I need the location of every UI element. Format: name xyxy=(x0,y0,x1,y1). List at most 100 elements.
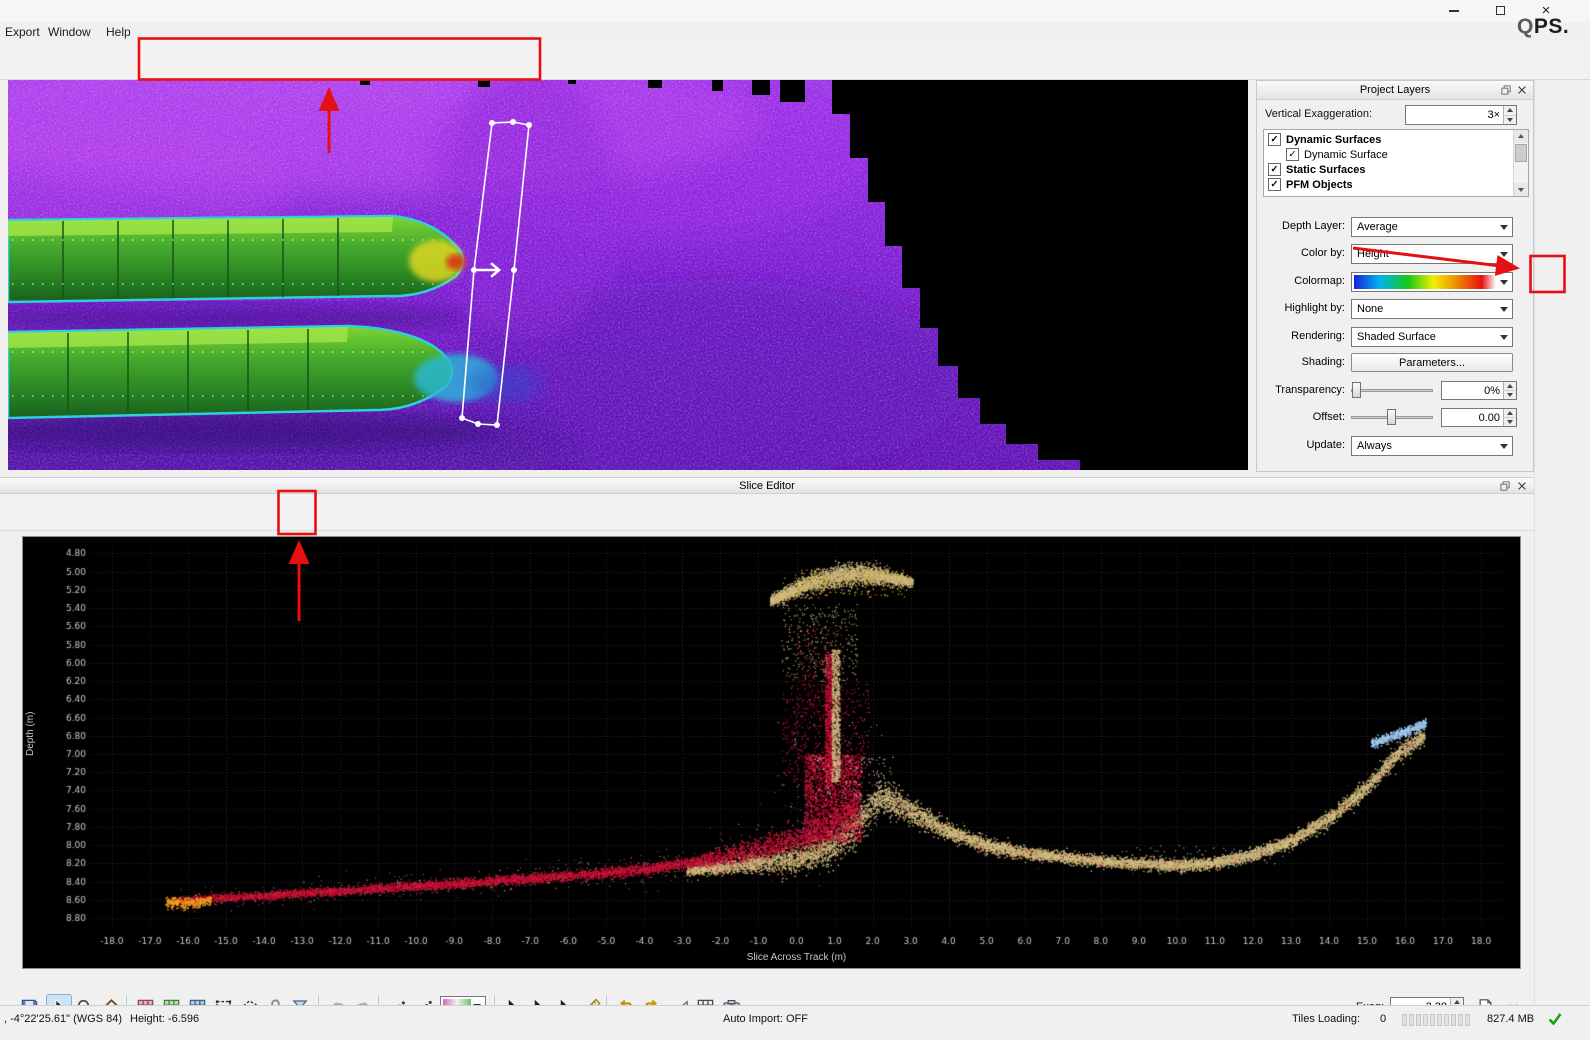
update-value: Always xyxy=(1357,440,1392,452)
vertical-exaggeration-label: Vertical Exaggeration: xyxy=(1265,108,1372,120)
x-axis-title: Slice Across Track (m) xyxy=(91,952,1502,963)
tree-item-dynamic-surfaces[interactable]: ✓ Dynamic Surfaces xyxy=(1268,132,1381,147)
chevron-down-icon xyxy=(1500,225,1508,230)
tree-label: PFM Objects xyxy=(1286,179,1353,191)
vertical-exaggeration-spinbox[interactable]: 3× xyxy=(1405,105,1517,125)
slice-editor-header: Slice Editor xyxy=(0,477,1534,494)
restore-icon xyxy=(1496,6,1505,15)
transparency-spinbox[interactable]: 0% xyxy=(1441,381,1517,400)
scene-3d-view[interactable] xyxy=(8,80,1248,470)
layers-tree: ✓ Dynamic Surfaces ✓ Dynamic Surface ✓ Stat… xyxy=(1263,129,1529,197)
offset-slider[interactable] xyxy=(1351,408,1433,426)
restore-button[interactable] xyxy=(1478,0,1522,21)
color-by-combo[interactable]: Height xyxy=(1351,244,1513,264)
chevron-down-icon xyxy=(1500,335,1508,340)
shading-parameters-label: Parameters... xyxy=(1399,357,1465,369)
spin-down-icon[interactable] xyxy=(1503,390,1516,399)
status-bar: , -4°22'25.61" (WGS 84) Height: -6.596 A… xyxy=(0,1005,1590,1040)
project-layers-panel: Project Layers Vertical Exaggeration: 3×… xyxy=(1256,80,1534,472)
minimize-button[interactable] xyxy=(1432,0,1476,21)
chevron-down-icon xyxy=(1500,252,1508,257)
colormap-combo[interactable] xyxy=(1351,272,1513,292)
chevron-down-icon xyxy=(1500,280,1508,285)
scroll-thumb[interactable] xyxy=(1515,144,1527,162)
slice-editor-toolbar: Exag: 2.38 xyxy=(0,494,1534,531)
bathymetry-scene xyxy=(8,80,1248,470)
application-window: × Export Window Help QQPS.PS. Shift No e… xyxy=(0,0,1590,1040)
menu-export[interactable]: Export xyxy=(5,25,40,39)
tree-label: Dynamic Surfaces xyxy=(1286,134,1381,146)
slice-editor-title: Slice Editor xyxy=(739,480,795,492)
transparency-label: Transparency: xyxy=(1257,384,1345,396)
right-dock-toolbar xyxy=(1534,80,1590,1005)
color-by-value: Height xyxy=(1357,248,1389,260)
menu-window[interactable]: Window xyxy=(48,25,91,39)
transparency-value: 0% xyxy=(1484,385,1500,397)
tiles-loading-label: Tiles Loading: xyxy=(1292,1013,1360,1025)
titlebar: × xyxy=(0,0,1590,22)
float-panel-button[interactable] xyxy=(1498,479,1512,493)
slice-plot-canvas[interactable] xyxy=(23,537,1520,968)
rendering-combo[interactable]: Shaded Surface xyxy=(1351,327,1513,347)
slider-handle[interactable] xyxy=(1387,409,1396,425)
close-panel-button[interactable] xyxy=(1515,479,1529,493)
tree-label: Static Surfaces xyxy=(1286,164,1365,176)
menu-help[interactable]: Help xyxy=(106,25,131,39)
colormap-swatch xyxy=(1354,275,1496,289)
shading-parameters-button[interactable]: Parameters... xyxy=(1351,353,1513,372)
transparency-slider[interactable] xyxy=(1351,381,1433,399)
depth-layer-value: Average xyxy=(1357,221,1398,233)
offset-spinbox[interactable]: 0.00 xyxy=(1441,408,1517,427)
color-by-label: Color by: xyxy=(1257,247,1345,259)
highlight-by-value: None xyxy=(1357,303,1383,315)
qps-logo: QQPS.PS. xyxy=(1517,15,1569,39)
spin-up-icon[interactable] xyxy=(1503,106,1516,115)
slice-plot: Depth (m) Slice Across Track (m) xyxy=(23,537,1520,968)
y-axis-title: Depth (m) xyxy=(25,537,36,930)
update-label: Update: xyxy=(1257,439,1345,451)
offset-value: 0.00 xyxy=(1479,412,1500,424)
vertical-exaggeration-value: 3× xyxy=(1487,109,1500,121)
rendering-label: Rendering: xyxy=(1257,330,1345,342)
spin-down-icon[interactable] xyxy=(1503,115,1516,124)
spin-down-icon[interactable] xyxy=(1503,417,1516,426)
main-toolbar: Shift No exclusion mask Width: 32.9 Heig… xyxy=(0,42,1590,80)
checkbox[interactable]: ✓ xyxy=(1286,148,1299,161)
scroll-up-icon[interactable] xyxy=(1514,130,1528,143)
checkbox[interactable]: ✓ xyxy=(1268,163,1281,176)
rendering-value: Shaded Surface xyxy=(1357,331,1436,343)
highlight-by-combo[interactable]: None xyxy=(1351,299,1513,319)
offset-label: Offset: xyxy=(1257,411,1345,423)
chevron-down-icon xyxy=(1500,307,1508,312)
tree-item-pfm-objects[interactable]: ✓ PFM Objects xyxy=(1268,177,1353,192)
tree-scrollbar[interactable] xyxy=(1513,130,1528,196)
coordinate-readout: , -4°22'25.61" (WGS 84) xyxy=(4,1013,122,1025)
tree-label: Dynamic Surface xyxy=(1304,149,1388,161)
depth-layer-combo[interactable]: Average xyxy=(1351,217,1513,237)
vessel-upper xyxy=(8,216,466,302)
tree-item-static-surfaces[interactable]: ✓ Static Surfaces xyxy=(1268,162,1365,177)
panel-header: Project Layers xyxy=(1257,81,1533,100)
shading-label: Shading: xyxy=(1257,356,1345,368)
tiles-loading-value: 0 xyxy=(1380,1013,1386,1025)
colormap-label: Colormap: xyxy=(1257,275,1345,287)
float-panel-button[interactable] xyxy=(1499,83,1513,97)
status-ok-icon xyxy=(1547,1011,1565,1029)
scroll-down-icon[interactable] xyxy=(1514,183,1528,196)
menubar: Export Window Help xyxy=(0,22,1200,42)
minimize-icon xyxy=(1449,10,1459,12)
checkbox[interactable]: ✓ xyxy=(1268,133,1281,146)
highlight-by-label: Highlight by: xyxy=(1257,302,1345,314)
auto-import-status: Auto Import: OFF xyxy=(723,1013,808,1025)
tile-load-meter xyxy=(1402,1014,1470,1026)
memory-readout: 827.4 MB xyxy=(1487,1013,1534,1025)
panel-title: Project Layers xyxy=(1360,84,1430,96)
checkbox[interactable]: ✓ xyxy=(1268,178,1281,191)
height-readout: Height: -6.596 xyxy=(130,1013,199,1025)
slider-handle[interactable] xyxy=(1352,382,1361,398)
depth-layer-label: Depth Layer: xyxy=(1257,220,1345,232)
tree-item-dynamic-surface[interactable]: ✓ Dynamic Surface xyxy=(1286,147,1388,162)
chevron-down-icon xyxy=(1500,444,1508,449)
close-panel-button[interactable] xyxy=(1515,83,1529,97)
update-combo[interactable]: Always xyxy=(1351,436,1513,456)
